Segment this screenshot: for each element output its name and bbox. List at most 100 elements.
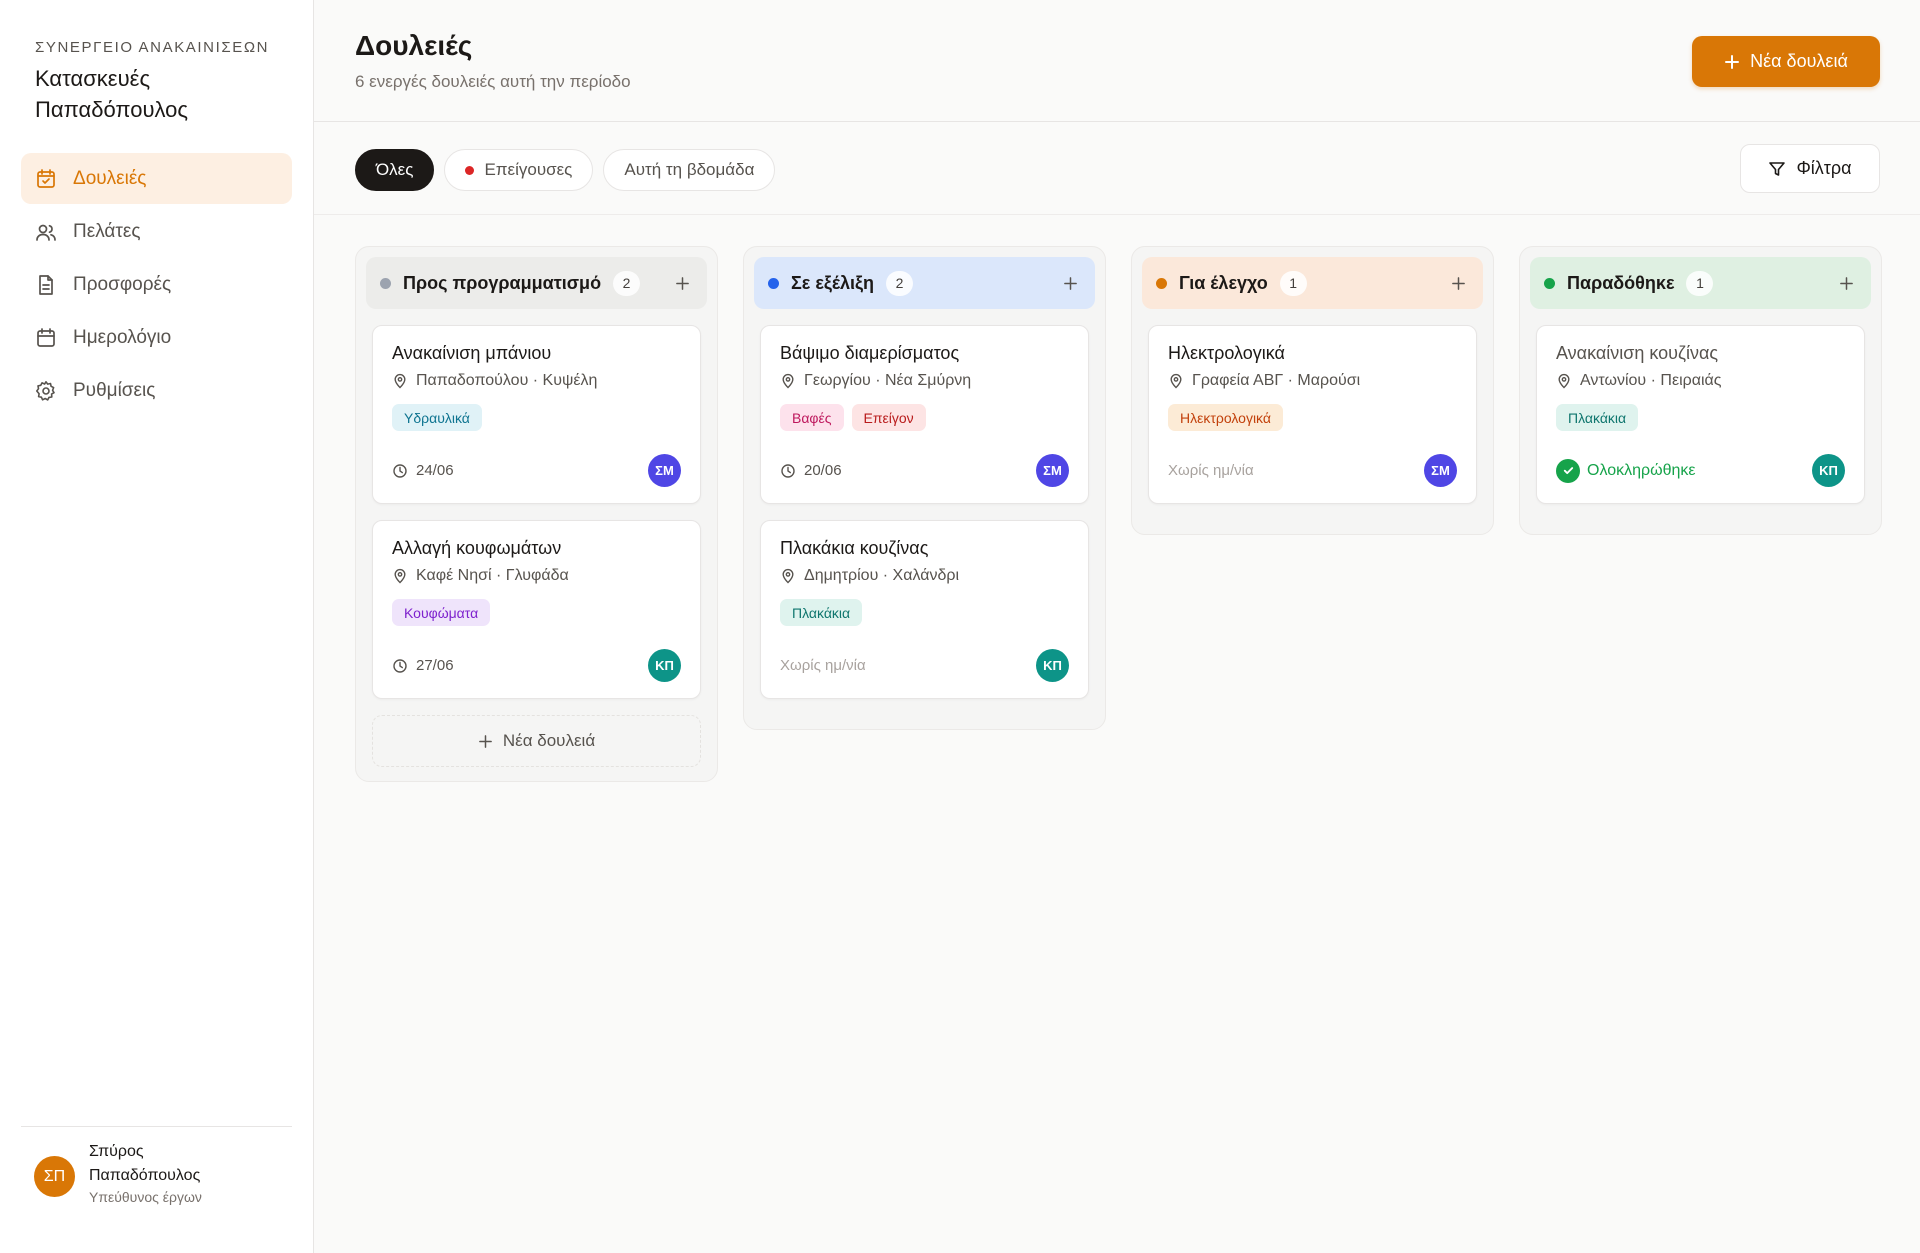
location-pin-icon [392, 568, 408, 584]
job-card[interactable]: Βάψιμο διαμερίσματος Γεωργίου · Νέα Σμύρν… [760, 325, 1089, 504]
location-text: Γεωργίου · Νέα Σμύρνη [804, 372, 972, 389]
due-date: 27/06 [392, 657, 454, 674]
due-date: 24/06 [392, 462, 454, 479]
assignee-avatar: ΚΠ [648, 649, 681, 682]
new-job-inline-button[interactable]: Νέα δουλειά [372, 715, 701, 767]
sidebar-item-calendar[interactable]: Ημερολόγιο [21, 312, 292, 363]
location-pin-icon [780, 373, 796, 389]
job-tags: Ηλεκτρολογικά [1168, 404, 1457, 431]
user-avatar: ΣΠ [34, 1156, 75, 1197]
sidebar-item-users[interactable]: Πελάτες [21, 206, 292, 257]
company-name: Κατασκευές Παπαδόπουλος [35, 66, 189, 122]
filter-bar: Όλες Επείγουσες Αυτή τη βδομάδα Φίλτρα [314, 122, 1920, 215]
job-title: Αλλαγή κουφωμάτων [392, 538, 562, 558]
chip-this-week[interactable]: Αυτή τη βδομάδα [603, 149, 776, 191]
column-count-badge: 1 [1279, 270, 1307, 296]
status-dot-icon [768, 277, 779, 289]
chip-label: Επείγουσες [484, 160, 573, 179]
job-card[interactable]: Ανακαίνιση μπάνιου Παπαδοπούλου · Κυψέλη Υ… [372, 325, 701, 504]
main-content: Δουλειές 6 ενεργές δουλειές αυτή την περ… [314, 0, 1920, 1253]
user-role: Υπεύθυνος έργων [89, 1189, 202, 1205]
job-title: Ανακαίνιση μπάνιου [392, 343, 552, 363]
column-count-badge: 2 [886, 270, 914, 296]
plus-icon [1451, 276, 1466, 291]
page-subtitle: 6 ενεργές δουλειές αυτή την περίοδο [355, 72, 631, 91]
users-icon [35, 221, 57, 243]
tag-badge: Πλακάκια [780, 599, 863, 626]
assignee-avatar: ΣΜ [1424, 454, 1457, 487]
job-title: Ηλεκτρολογικά [1168, 343, 1285, 363]
sidebar-item-label: Ημερολόγιο [73, 326, 172, 348]
job-card[interactable]: Ανακαίνιση κουζίνας Αντωνίου · Πειραιάς Πλ… [1536, 325, 1865, 504]
sidebar-item-label: Ρυθμίσεις [73, 379, 156, 401]
chip-all[interactable]: Όλες [355, 149, 435, 191]
tag-badge: Πλακάκια [1556, 404, 1639, 431]
sidebar-item-document[interactable]: Προσφορές [21, 259, 292, 310]
card-footer: Χωρίς ημ/νία ΣΜ [1168, 454, 1457, 487]
sidebar: ΣΥΝΕΡΓΕΙΟ ΑΝΑΚΑΙΝΙΣΕΩΝ Κατασκευές Παπαδό… [0, 0, 314, 1253]
urgent-dot-icon [465, 165, 475, 175]
job-location: Καφέ Νησί · Γλυφάδα [392, 567, 681, 585]
location-text: Καφέ Νησί · Γλυφάδα [416, 567, 569, 584]
status-dot-icon [1544, 277, 1555, 289]
assignee-avatar: ΚΠ [1036, 649, 1069, 682]
job-card[interactable]: Αλλαγή κουφωμάτων Καφέ Νησί · Γλυφάδα Κουφ… [372, 520, 701, 699]
add-card-button[interactable] [671, 272, 693, 294]
column-header: Σε εξέλιξη 2 [754, 257, 1095, 309]
page-header: Δουλειές 6 ενεργές δουλειές αυτή την περ… [314, 0, 1920, 122]
job-location: Δημητρίου · Χαλάνδρι [780, 567, 1069, 585]
filter-chips: Όλες Επείγουσες Αυτή τη βδομάδα [355, 149, 776, 191]
user-name: Σπύρος Παπαδόπουλος [89, 1143, 201, 1184]
location-pin-icon [1168, 373, 1184, 389]
chip-urgent[interactable]: Επείγουσες [444, 149, 594, 191]
brand-kicker: ΣΥΝΕΡΓΕΙΟ ΑΝΑΚΑΙΝΙΣΕΩΝ [35, 39, 270, 56]
job-card[interactable]: Ηλεκτρολογικά Γραφεία ΑΒΓ · Μαρούσι Ηλεκτρ… [1148, 325, 1477, 504]
job-tags: Υδραυλικά [392, 404, 681, 431]
tag-badge: Κουφώματα [392, 599, 491, 626]
add-card-button[interactable] [1835, 272, 1857, 294]
checklist-icon [35, 168, 57, 190]
sidebar-item-label: Προσφορές [73, 273, 172, 295]
card-footer: 27/06 ΚΠ [392, 649, 681, 682]
job-location: Γεωργίου · Νέα Σμύρνη [780, 372, 1069, 390]
column-header: Προς προγραμματισμό 2 [366, 257, 707, 309]
gear-icon [35, 380, 57, 402]
tag-badge: Βαφές [780, 404, 844, 431]
tag-badge: Ηλεκτρολογικά [1168, 404, 1283, 431]
funnel-icon [1769, 161, 1786, 176]
sidebar-item-gear[interactable]: Ρυθμίσεις [21, 365, 292, 416]
user-profile[interactable]: ΣΠ Σπύρος Παπαδόπουλος Υπεύθυνος έργων [34, 1140, 239, 1205]
check-circle-icon [1556, 458, 1580, 483]
page-title: Δουλειές [355, 30, 473, 61]
job-tags: Πλακάκια [1556, 404, 1845, 431]
plus-icon [1839, 276, 1854, 291]
sidebar-item-checklist[interactable]: Δουλειές [21, 153, 292, 204]
job-location: Παπαδοπούλου · Κυψέλη [392, 372, 681, 390]
clock-icon [392, 463, 408, 479]
new-job-button[interactable]: Νέα δουλειά [1692, 36, 1880, 87]
job-tags: Βαφές Επείγον [780, 404, 1069, 431]
no-date-text: Χωρίς ημ/νία [780, 657, 866, 674]
filters-button[interactable]: Φίλτρα [1740, 144, 1880, 193]
add-card-button[interactable] [1059, 272, 1081, 294]
new-job-inline-label: Νέα δουλειά [502, 731, 596, 750]
due-date-text: 20/06 [804, 462, 842, 479]
assignee-avatar: ΣΜ [648, 454, 681, 487]
add-card-button[interactable] [1447, 272, 1469, 294]
job-title: Πλακάκια κουζίνας [780, 538, 929, 558]
filters-label: Φίλτρα [1796, 158, 1852, 178]
column-header: Παραδόθηκε 1 [1530, 257, 1871, 309]
status-dot-icon [380, 277, 391, 289]
card-footer: 20/06 ΣΜ [780, 454, 1069, 487]
assignee-avatar: ΚΠ [1812, 454, 1845, 487]
tag-badge: Υδραυλικά [392, 404, 482, 431]
job-tags: Κουφώματα [392, 599, 681, 626]
document-icon [35, 274, 57, 296]
location-pin-icon [1556, 373, 1572, 389]
status-text: Ολοκληρώθηκε [1587, 461, 1696, 479]
location-text: Αντωνίου · Πειραιάς [1580, 372, 1722, 389]
plus-icon [1063, 276, 1078, 291]
job-card[interactable]: Πλακάκια κουζίνας Δημητρίου · Χαλάνδρι Πλα… [760, 520, 1089, 699]
location-pin-icon [780, 568, 796, 584]
sidebar-item-label: Δουλειές [73, 167, 147, 189]
